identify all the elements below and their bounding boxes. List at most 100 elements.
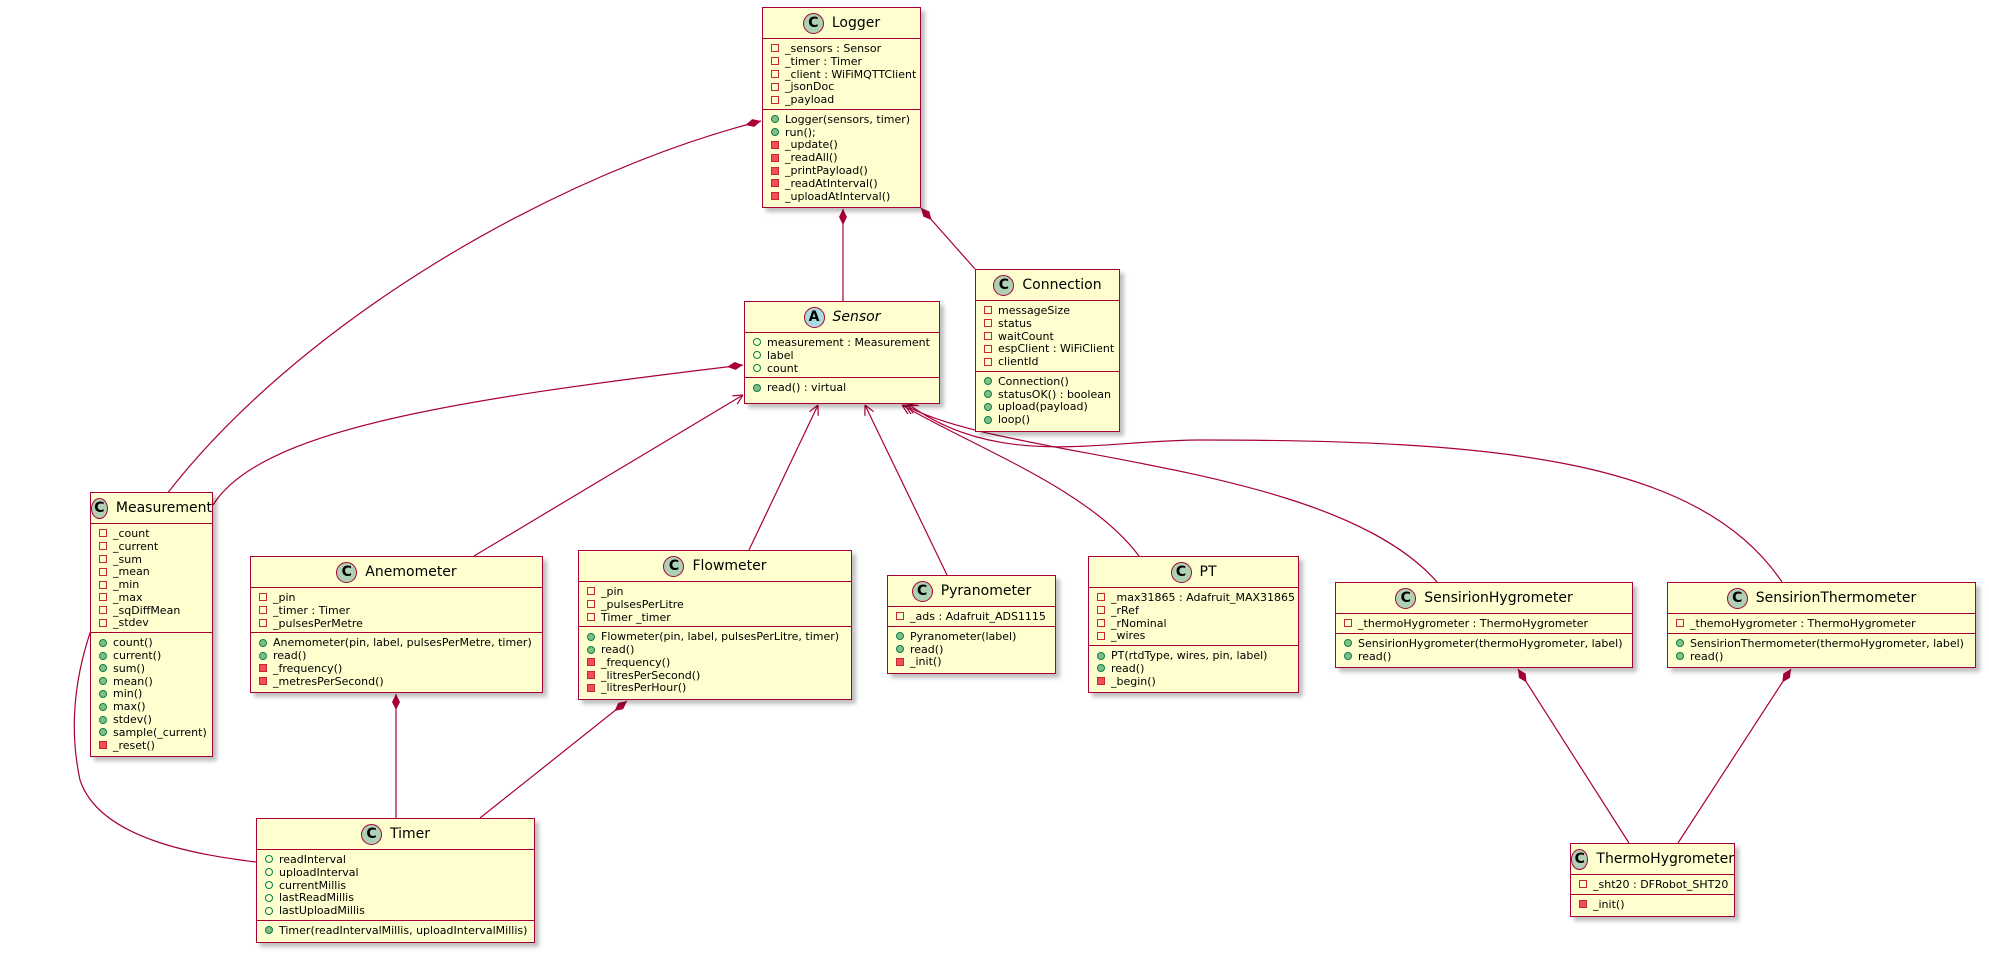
method-text: count() (113, 636, 153, 650)
private-attribute-icon (1676, 619, 1684, 628)
class-name: Timer (389, 826, 431, 842)
private-method-icon (587, 683, 595, 692)
attribute-row: _current (99, 540, 206, 553)
attribute-row: Timer _timer (587, 611, 845, 624)
attribute-section: _pin _timer : Timer _pulsesPerMetre (251, 588, 542, 632)
attribute-row: _count (99, 527, 206, 540)
method-text: stdev() (113, 713, 152, 727)
edge-flowmeter-timer (479, 700, 628, 819)
attribute-row: count (753, 362, 933, 375)
method-section: SensirionHygrometer(thermoHygrometer, la… (1336, 632, 1632, 666)
class-anemometer[interactable]: C Anemometer _pin _timer : Timer _pulsesPerM… (250, 556, 543, 693)
class-icon: C (1170, 561, 1192, 583)
attribute-text: lastUploadMillis (279, 904, 365, 918)
method-section: count() current() sum() mean() min() max() std… (91, 632, 212, 754)
attribute-row: currentMillis (265, 879, 528, 892)
class-logger[interactable]: C Logger _sensors : Sensor _timer : Timer _c… (762, 7, 921, 208)
relations-layer (73, 119, 1792, 863)
method-text: Connection() (998, 374, 1069, 388)
attribute-text: _stdev (113, 616, 149, 630)
edge-logger-connection (920, 207, 976, 270)
class-name: PT (1199, 564, 1217, 580)
private-attribute-icon (984, 344, 992, 353)
attribute-row: _thermoHygrometer : ThermoHygrometer (1344, 617, 1626, 630)
method-text: mean() (113, 674, 153, 688)
class-pyranometer[interactable]: C Pyranometer _ads : Adafruit_ADS1115 Pyran… (887, 575, 1056, 674)
attribute-row: _rNominal (1097, 617, 1292, 630)
class-flowmeter[interactable]: C Flowmeter _pin _pulsesPerLitre Timer _time… (578, 550, 852, 700)
attribute-text: _timer : Timer (785, 54, 863, 68)
private-attribute-icon (587, 587, 595, 596)
private-attribute-icon (99, 593, 107, 602)
method-row: read() (259, 649, 536, 662)
attribute-row: _pin (259, 591, 536, 604)
private-attribute-icon (587, 600, 595, 609)
public-method-icon (771, 128, 779, 137)
attribute-text: _thermoHygrometer : ThermoHygrometer (1358, 616, 1588, 630)
private-attribute-icon (771, 95, 779, 104)
class-pt[interactable]: C PT _max31865 : Adafruit_MAX31865 _rRef _rN… (1088, 556, 1299, 693)
class-name: Measurement (115, 500, 212, 516)
class-icon: C (993, 274, 1015, 296)
public-attribute-icon (265, 893, 273, 902)
private-method-icon (771, 140, 779, 149)
attribute-text: _payload (785, 93, 835, 107)
method-section: read() : virtual (745, 377, 939, 397)
attribute-row: readInterval (265, 853, 528, 866)
public-method-icon (587, 632, 595, 641)
public-method-icon (984, 415, 992, 424)
attribute-row: messageSize (984, 304, 1113, 317)
attribute-section: _ads : Adafruit_ADS1115 (888, 607, 1055, 626)
attribute-row: _wires (1097, 629, 1292, 642)
class-sensor[interactable]: A Sensor measurement : Measurement label cou… (744, 301, 940, 404)
method-section: Pyranometer(label) read() _init() (888, 625, 1055, 671)
class-icon: C (360, 823, 382, 845)
method-text: _litresPerHour() (601, 681, 687, 695)
class-sensirion-thermometer[interactable]: C SensirionThermometer _themoHygrometer : … (1667, 582, 1976, 668)
attribute-text: uploadInterval (279, 865, 359, 879)
method-text: read() (1690, 649, 1724, 663)
attribute-section: _sht20 : DFRobot_SHT20 (1571, 875, 1734, 894)
attribute-text: espClient : WiFiClient (998, 342, 1115, 356)
method-row: _update() (771, 138, 914, 151)
private-attribute-icon (896, 612, 904, 621)
attribute-text: _jsonDoc (785, 80, 835, 94)
class-timer[interactable]: C Timer readInterval uploadInterval currentM… (256, 818, 535, 943)
public-method-icon (99, 651, 107, 660)
method-text: read() : virtual (767, 381, 847, 395)
method-row: _init() (896, 655, 1049, 668)
attribute-row: waitCount (984, 330, 1113, 343)
method-text: Flowmeter(pin, label, pulsesPerLitre, ti… (601, 630, 840, 644)
private-attribute-icon (99, 606, 107, 615)
public-method-icon (896, 644, 904, 653)
attribute-row: measurement : Measurement (753, 336, 933, 349)
class-name: Pyranometer (940, 583, 1032, 599)
method-text: sum() (113, 661, 146, 675)
attribute-section: _max31865 : Adafruit_MAX31865 _rRef _rNomi… (1089, 588, 1298, 645)
method-text: _reset() (113, 738, 155, 752)
public-method-icon (99, 638, 107, 647)
attribute-text: clientId (998, 355, 1039, 369)
method-row: _readAtInterval() (771, 177, 914, 190)
attribute-text: _pin (273, 590, 296, 604)
private-attribute-icon (771, 69, 779, 78)
method-row: Pyranometer(label) (896, 630, 1049, 643)
class-name: SensirionThermometer (1755, 590, 1917, 606)
class-connection[interactable]: C Connection messageSize status waitCount esp… (975, 269, 1120, 432)
method-row: run(); (771, 126, 914, 139)
class-measurement[interactable]: C Measurement _count _current _sum _mean _min _… (90, 492, 213, 757)
attribute-text: _sht20 : DFRobot_SHT20 (1593, 877, 1729, 891)
method-text: read() (910, 642, 944, 656)
attribute-text: measurement : Measurement (767, 335, 930, 349)
method-row: Logger(sensors, timer) (771, 113, 914, 126)
attribute-section: _count _current _sum _mean _min _max _sqDiffMe… (91, 524, 212, 632)
method-row: _init() (1579, 898, 1728, 911)
private-method-icon (587, 671, 595, 680)
private-attribute-icon (984, 306, 992, 315)
private-method-icon (896, 657, 904, 666)
class-thermo-hygrometer[interactable]: C ThermoHygrometer _sht20 : DFRobot_SHT20 _… (1570, 843, 1735, 917)
method-row: sample(_current) (99, 726, 207, 739)
public-method-icon (1344, 651, 1352, 660)
private-attribute-icon (1579, 880, 1587, 889)
class-sensirion-hygrometer[interactable]: C SensirionHygrometer _thermoHygrometer : … (1335, 582, 1633, 668)
